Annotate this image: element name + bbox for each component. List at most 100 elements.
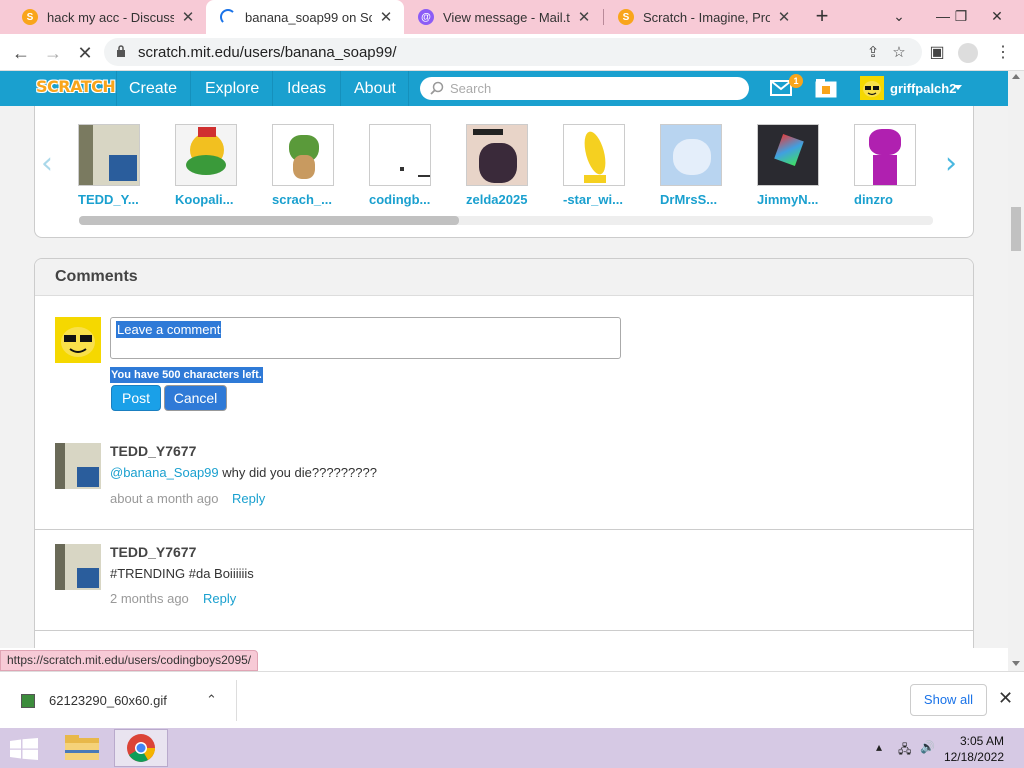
carousel-scroll-thumb[interactable] xyxy=(79,216,459,225)
page-scrollbar[interactable] xyxy=(1008,71,1024,671)
browser-menu-icon[interactable]: ⋮ xyxy=(992,42,1014,64)
carousel-prev-icon[interactable]: ‹ xyxy=(41,146,53,181)
mailtm-icon: @ xyxy=(418,9,434,25)
scroll-up-icon[interactable] xyxy=(1012,74,1020,79)
restore-button[interactable]: ❐ xyxy=(944,0,978,34)
page-scroll-thumb[interactable] xyxy=(1011,207,1021,251)
tray-expand-icon[interactable]: ▴ xyxy=(876,740,882,754)
comment-text: @banana_Soap99 why did you die????????? xyxy=(110,465,377,480)
clock-date: 12/18/2022 xyxy=(943,750,1004,764)
chrome-taskbar-button[interactable] xyxy=(114,729,168,767)
my-stuff-icon[interactable] xyxy=(814,77,838,99)
profile-avatar-icon[interactable] xyxy=(958,43,978,63)
show-all-button[interactable]: Show all xyxy=(910,684,987,716)
address-bar[interactable]: scratch.mit.edu/users/banana_soap99/ ⇪ ☆ xyxy=(104,38,922,66)
carousel-item[interactable]: Koopali... xyxy=(175,124,239,207)
close-tab-icon[interactable]: ✕ xyxy=(378,8,394,26)
username-label: griffpalch2 xyxy=(890,81,957,96)
bookmark-star-icon[interactable]: ☆ xyxy=(890,43,908,61)
comment-divider xyxy=(35,630,973,631)
chevron-up-icon[interactable]: ⌃ xyxy=(206,692,217,708)
new-tab-button[interactable]: + xyxy=(810,4,834,28)
carousel-item[interactable]: -star_wi... xyxy=(563,124,627,207)
tab-scratch-home[interactable]: S Scratch - Imagine, Progra ✕ xyxy=(604,0,802,34)
scratch-logo[interactable]: SCRATCH xyxy=(36,77,116,96)
share-icon[interactable]: ⇪ xyxy=(864,43,882,61)
user-thumbnail xyxy=(466,124,528,186)
system-clock[interactable]: 3:05 AM 12/18/2022 xyxy=(940,733,1004,765)
mention-link[interactable]: @banana_Soap99 xyxy=(110,465,219,480)
search-box[interactable] xyxy=(420,77,749,100)
carousel-scrollbar[interactable] xyxy=(79,216,933,225)
comment-timestamp: about a month ago xyxy=(110,491,219,506)
user-thumbnail xyxy=(660,124,722,186)
nav-divider xyxy=(116,71,117,106)
user-thumbnail xyxy=(272,124,334,186)
carousel-item[interactable]: dinzro xyxy=(854,124,918,207)
tab-view-message[interactable]: @ View message - Mail.tm ✕ xyxy=(404,0,602,34)
commenter-username[interactable]: TEDD_Y7677 xyxy=(110,544,196,560)
nav-divider xyxy=(190,71,191,106)
characters-left-label: You have 500 characters left. xyxy=(110,367,263,383)
lock-icon xyxy=(117,45,125,57)
user-thumbnail xyxy=(369,124,431,186)
user-thumbnail xyxy=(854,124,916,186)
scratch-navbar: SCRATCH Create Explore Ideas About 1 gri… xyxy=(0,71,1008,106)
carousel-next-icon[interactable]: › xyxy=(945,146,957,181)
carousel-item[interactable]: TEDD_Y... xyxy=(78,124,142,207)
comment-textarea[interactable]: Leave a comment xyxy=(110,317,621,359)
tab-banana-soap99[interactable]: banana_soap99 on Scratc ✕ xyxy=(206,0,404,34)
tab-hack-my-acc[interactable]: S hack my acc - Discuss Sc ✕ xyxy=(8,0,206,34)
comment-text: #TRENDING #da Boiiiiiis xyxy=(110,566,254,581)
reply-link[interactable]: Reply xyxy=(203,591,236,606)
back-button[interactable]: ← xyxy=(8,40,34,66)
carousel-item[interactable]: DrMrsS... xyxy=(660,124,724,207)
nav-explore[interactable]: Explore xyxy=(205,80,259,98)
scroll-down-icon[interactable] xyxy=(1012,661,1020,666)
file-explorer-icon[interactable] xyxy=(60,730,104,766)
carousel-item[interactable]: scrach_... xyxy=(272,124,336,207)
message-count-badge: 1 xyxy=(789,74,803,88)
close-tab-icon[interactable]: ✕ xyxy=(576,8,592,26)
carousel-item[interactable]: JimmyN... xyxy=(757,124,821,207)
reply-link[interactable]: Reply xyxy=(232,491,265,506)
volume-icon[interactable]: 🔊 xyxy=(920,740,935,754)
user-menu[interactable]: griffpalch2 xyxy=(856,71,976,106)
close-tab-icon[interactable]: ✕ xyxy=(180,8,196,26)
url-text[interactable]: scratch.mit.edu/users/banana_soap99/ xyxy=(138,44,397,61)
forward-button[interactable]: → xyxy=(40,40,66,66)
commenter-avatar[interactable] xyxy=(55,544,101,590)
close-tab-icon[interactable]: ✕ xyxy=(776,8,792,26)
search-input[interactable] xyxy=(450,78,740,98)
loading-spinner-icon xyxy=(220,9,236,25)
download-separator xyxy=(236,680,237,721)
commenter-username[interactable]: williams200 xyxy=(110,645,188,648)
user-avatar-icon xyxy=(860,76,884,100)
scratch-cat-icon: S xyxy=(22,9,38,25)
stop-loading-button[interactable]: ✕ xyxy=(72,40,98,66)
search-icon xyxy=(430,81,444,95)
commenter-avatar[interactable] xyxy=(55,443,101,489)
side-panel-icon[interactable]: ▣ xyxy=(926,42,948,64)
cancel-button[interactable]: Cancel xyxy=(164,385,227,411)
carousel-item[interactable]: codingb... xyxy=(369,124,433,207)
close-window-button[interactable]: ✕ xyxy=(980,0,1014,34)
nav-divider xyxy=(340,71,341,106)
downloads-bar: 62123290_60x60.gif ⌃ Show all ✕ xyxy=(0,671,1024,728)
network-icon[interactable]: 🖧 xyxy=(898,740,911,761)
scratch-cat-icon: S xyxy=(618,9,634,25)
nav-create[interactable]: Create xyxy=(129,80,177,98)
windows-start-icon[interactable] xyxy=(10,738,38,760)
comment-placeholder: Leave a comment xyxy=(116,321,222,338)
post-button[interactable]: Post xyxy=(111,385,161,411)
close-downloads-icon[interactable]: ✕ xyxy=(998,688,1013,709)
user-thumbnail xyxy=(757,124,819,186)
nav-about[interactable]: About xyxy=(354,80,396,98)
chevron-down-icon xyxy=(954,85,962,90)
nav-ideas[interactable]: Ideas xyxy=(287,80,326,98)
tab-search-icon[interactable]: ⌄ xyxy=(882,0,916,34)
commenter-username[interactable]: TEDD_Y7677 xyxy=(110,443,196,459)
link-status-bubble: https://scratch.mit.edu/users/codingboys… xyxy=(0,650,259,671)
carousel-item[interactable]: zelda2025 xyxy=(466,124,530,207)
download-filename[interactable]: 62123290_60x60.gif xyxy=(49,693,167,708)
